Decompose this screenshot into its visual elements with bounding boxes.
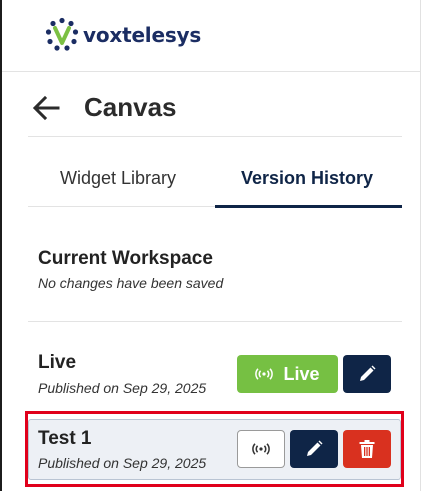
header-divider [2,71,420,72]
tab-widget-library[interactable]: Widget Library [60,168,176,189]
version-name-live: Live [38,352,77,373]
tab-version-history[interactable]: Version History [241,168,373,189]
pencil-icon [360,365,376,381]
current-workspace-subtitle: No changes have been saved [38,275,224,291]
workspace-divider [28,321,402,322]
brand-logo: voxtelesys [44,17,201,53]
broadcast-icon [255,368,274,380]
edit-live-button[interactable] [343,355,391,393]
title-divider [28,136,402,137]
panel-right-border [420,0,421,491]
selection-highlight [25,411,404,487]
live-status-button[interactable]: Live [237,355,338,393]
logo-mark-icon [45,17,79,51]
version-date-live: Published on Sep 29, 2025 [38,380,207,396]
arrow-left-icon [32,95,60,121]
page-title: Canvas [84,92,177,122]
active-tab-indicator [215,205,402,208]
current-workspace-title: Current Workspace [38,248,213,269]
panel-left-border [0,0,2,491]
back-button[interactable] [31,93,61,123]
canvas-panel: voxtelesys Canvas Widget Library Version… [0,0,428,491]
brand-name: voxtelesys [83,23,202,47]
live-status-label: Live [283,363,320,384]
